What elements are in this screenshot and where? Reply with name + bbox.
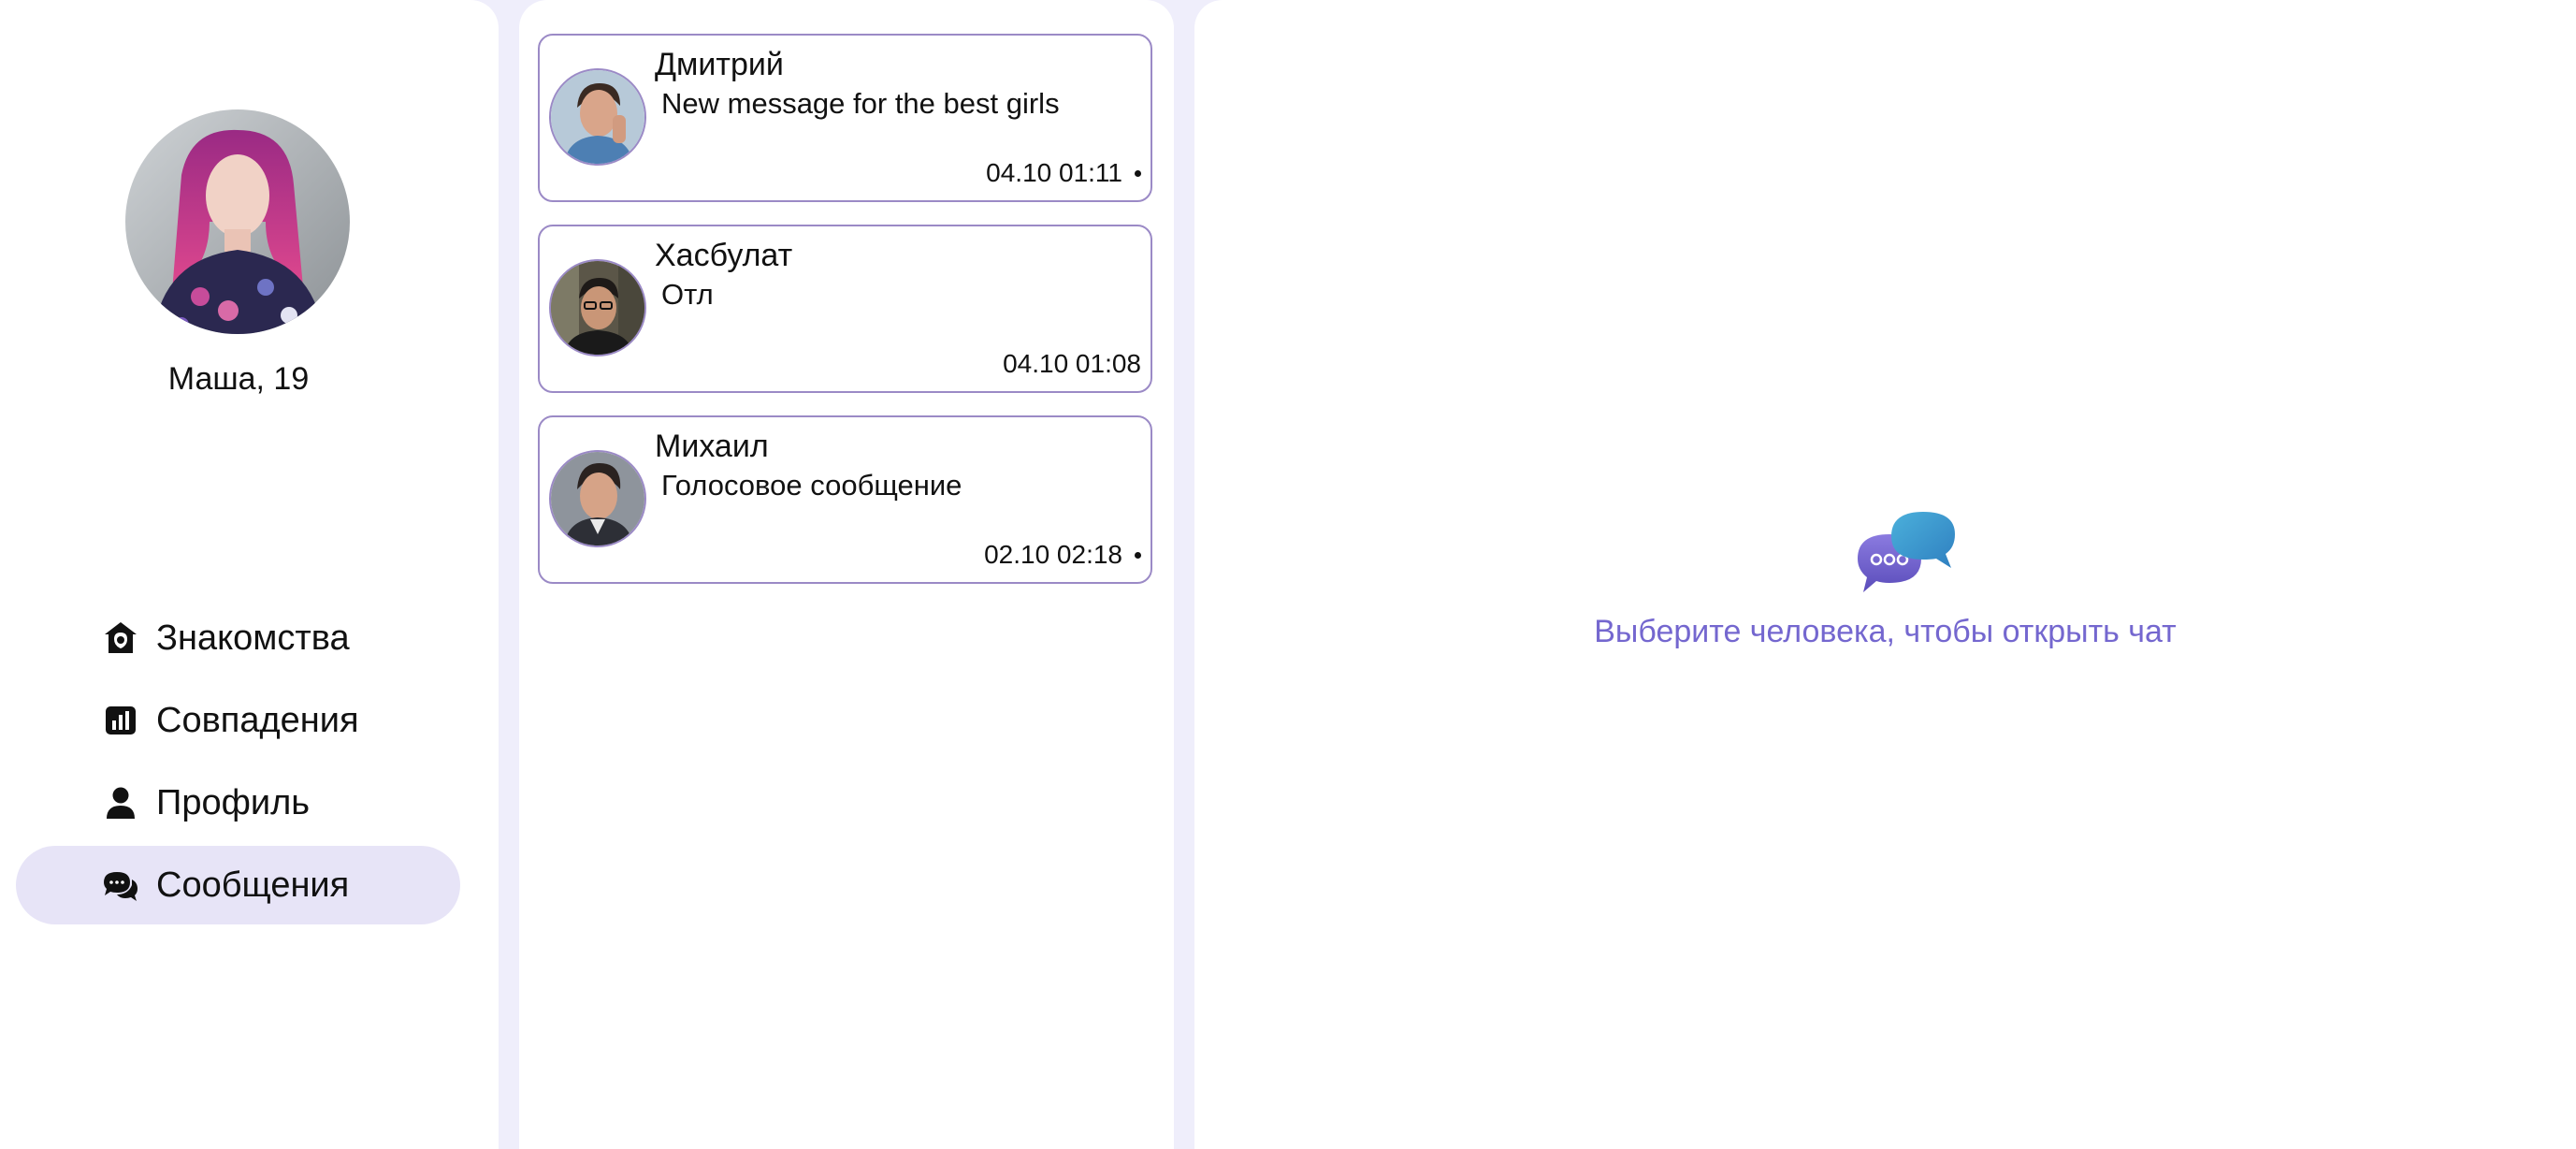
sidebar: Маша, 19 Знакомства Совпадения Профиль С… bbox=[0, 0, 499, 1149]
chat-name: Дмитрий bbox=[655, 47, 784, 82]
chat-panel: Выберите человека, чтобы открыть чат bbox=[1194, 0, 2576, 1149]
profile-avatar[interactable] bbox=[125, 109, 350, 334]
chat-bubbles-icon bbox=[102, 866, 139, 904]
chat-time-row: 04.10 01:08 bbox=[1003, 348, 1141, 380]
chat-avatar bbox=[549, 450, 646, 547]
chat-list-item[interactable]: Хасбулат Отл 04.10 01:08 bbox=[538, 225, 1152, 393]
unread-dot-icon bbox=[1135, 169, 1141, 177]
chat-list: Дмитрий New message for the best girls 0… bbox=[519, 0, 1174, 1149]
nav-label-messages: Сообщения bbox=[156, 865, 350, 905]
nav-label-dating: Знакомства bbox=[156, 618, 350, 658]
nav-item-messages[interactable]: Сообщения bbox=[16, 846, 460, 924]
nav-label-profile: Профиль bbox=[156, 783, 311, 822]
chat-last-message: Голосовое сообщение bbox=[661, 469, 962, 502]
chat-last-message: Отл bbox=[661, 278, 714, 311]
chat-time-row: 02.10 02:18 bbox=[984, 539, 1141, 571]
chat-avatar bbox=[549, 259, 646, 356]
nav-item-matches[interactable]: Совпадения bbox=[16, 681, 460, 760]
empty-chat-hint: Выберите человека, чтобы открыть чат bbox=[1594, 614, 2177, 649]
user-icon bbox=[102, 784, 139, 822]
unread-dot-icon bbox=[1135, 551, 1141, 559]
main-nav: Знакомства Совпадения Профиль Сообщения bbox=[16, 599, 460, 928]
chat-time: 04.10 01:08 bbox=[1003, 349, 1141, 378]
chat-name: Михаил bbox=[655, 429, 769, 464]
chat-time: 04.10 01:11 bbox=[986, 158, 1122, 187]
bar-chart-icon bbox=[102, 702, 139, 739]
chat-list-item[interactable]: Дмитрий New message for the best girls 0… bbox=[538, 34, 1152, 202]
chat-time: 02.10 02:18 bbox=[984, 540, 1122, 569]
chat-time-row: 04.10 01:11 bbox=[986, 157, 1141, 189]
nav-item-dating[interactable]: Знакомства bbox=[16, 599, 460, 677]
chat-name: Хасбулат bbox=[655, 238, 793, 273]
chat-avatar bbox=[549, 68, 646, 166]
nav-label-matches: Совпадения bbox=[156, 701, 359, 740]
chat-last-message: New message for the best girls bbox=[661, 87, 1060, 120]
chat-list-item[interactable]: Михаил Голосовое сообщение 02.10 02:18 bbox=[538, 415, 1152, 584]
house-heart-icon bbox=[102, 619, 139, 657]
profile-name: Маша, 19 bbox=[167, 361, 310, 397]
chat-bubbles-icon bbox=[1856, 510, 1959, 600]
nav-item-profile[interactable]: Профиль bbox=[16, 764, 460, 842]
